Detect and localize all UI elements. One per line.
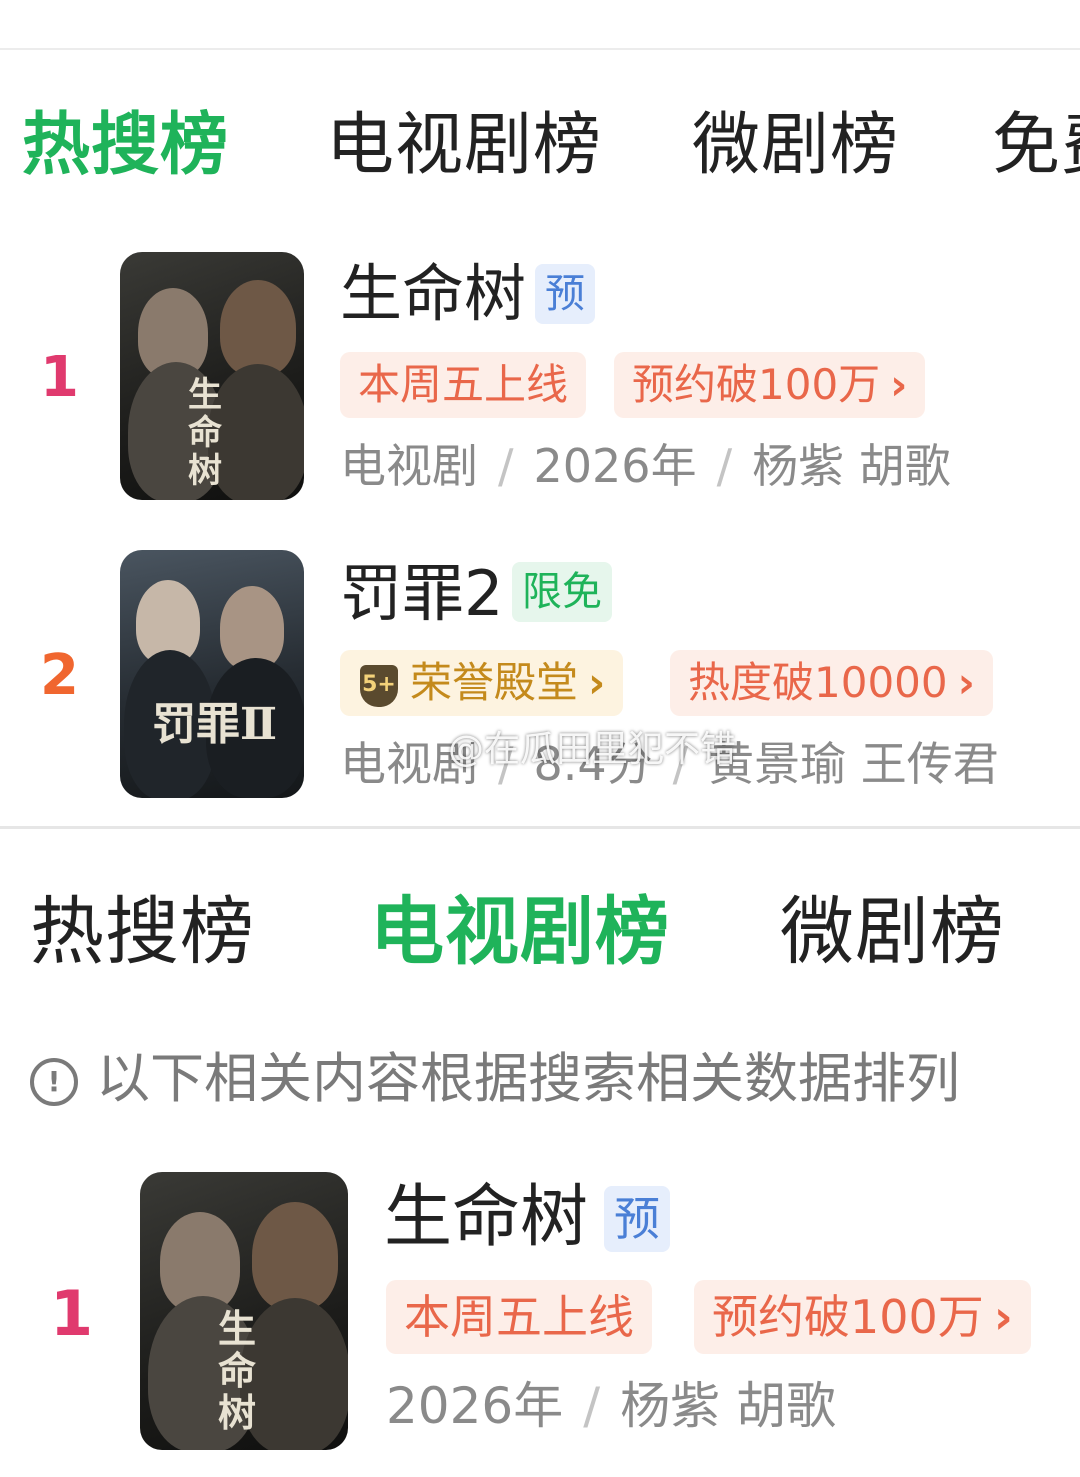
honor-shield-icon: 5+ — [360, 664, 398, 707]
ranking-panel-top: 热搜榜 电视剧榜 微剧榜 免费 1 生命树 生命树 预 本周五上线 预约破100… — [0, 0, 1080, 826]
list-item[interactable]: 2 罚罪Ⅱ 罚罪2 限免 5+ 荣誉殿堂 › 热度破10000 › 电视剧/8.4分 /… — [0, 548, 1080, 808]
reservation-badge[interactable]: 预约破100万 › — [614, 352, 926, 418]
release-badge: 本周五上线 — [340, 352, 587, 418]
poster-image[interactable]: 罚罪Ⅱ — [120, 550, 304, 798]
tab-hot-search[interactable]: 热搜榜 — [30, 890, 255, 974]
rank-number: 1 — [50, 1277, 94, 1350]
chevron-right-icon: › — [993, 1290, 1013, 1344]
ranking-notice: ! 以下相关内容根据搜索相关数据排列 — [30, 1044, 960, 1114]
reservation-badge[interactable]: 预约破100万 › — [694, 1280, 1031, 1354]
info-icon[interactable]: ! — [30, 1058, 78, 1107]
chevron-right-icon: › — [890, 360, 908, 409]
free-tag: 限免 — [512, 562, 612, 622]
tab-micro-drama[interactable]: 微剧榜 — [780, 890, 1005, 974]
panel-divider — [0, 826, 1080, 829]
chevron-right-icon: › — [957, 658, 975, 707]
ranking-panel-bottom: 热搜榜 电视剧榜 微剧榜 ! 以下相关内容根据搜索相关数据排列 1 生命树 生命树… — [0, 826, 1080, 1477]
poster-calligraphy: 生命树 — [218, 1306, 257, 1435]
tab-micro-drama[interactable]: 微剧榜 — [692, 104, 899, 188]
item-meta: 2026年 / 杨紫 胡歌 — [386, 1377, 837, 1435]
tab-tv-series[interactable]: 电视剧榜 — [326, 104, 602, 188]
rank-number: 1 — [40, 345, 79, 410]
heat-badge[interactable]: 热度破10000 › — [670, 650, 993, 716]
tab-bar: 热搜榜 电视剧榜 微剧榜 — [0, 890, 1080, 980]
chevron-right-icon: › — [588, 658, 606, 707]
poster-image[interactable]: 生命树 — [120, 252, 304, 500]
list-item[interactable]: 1 生命树 生命树 预 本周五上线 预约破100万 › 电视剧/2026年 / 杨紫 … — [0, 250, 1080, 510]
preview-tag: 预 — [604, 1186, 670, 1252]
release-badge: 本周五上线 — [386, 1280, 652, 1354]
poster-calligraphy: 生命树 — [188, 375, 222, 491]
preview-tag: 预 — [535, 264, 595, 324]
item-title[interactable]: 罚罪2 — [340, 558, 503, 630]
list-item[interactable]: 1 生命树 生命树 预 本周五上线 预约破100万 › 2026年 / 杨紫 胡歌 — [0, 1172, 1080, 1452]
watermark: @在瓜田里犯不错 — [448, 729, 737, 770]
tab-hot-search[interactable]: 热搜榜 — [22, 104, 229, 188]
top-divider — [0, 48, 1080, 50]
honor-hall-badge[interactable]: 5+ 荣誉殿堂 › — [340, 650, 624, 716]
tab-bar: 热搜榜 电视剧榜 微剧榜 免费 — [0, 104, 1080, 194]
item-title[interactable]: 生命树 — [340, 258, 526, 330]
tab-tv-series[interactable]: 电视剧榜 — [370, 890, 670, 974]
rank-number: 2 — [40, 643, 79, 708]
item-meta: 电视剧/2026年 / 杨紫 胡歌 — [340, 439, 951, 493]
tab-free[interactable]: 免费 — [992, 104, 1080, 188]
poster-image[interactable]: 生命树 — [140, 1172, 348, 1450]
poster-calligraphy: 罚罪Ⅱ — [152, 699, 278, 750]
item-title[interactable]: 生命树 — [384, 1178, 588, 1258]
